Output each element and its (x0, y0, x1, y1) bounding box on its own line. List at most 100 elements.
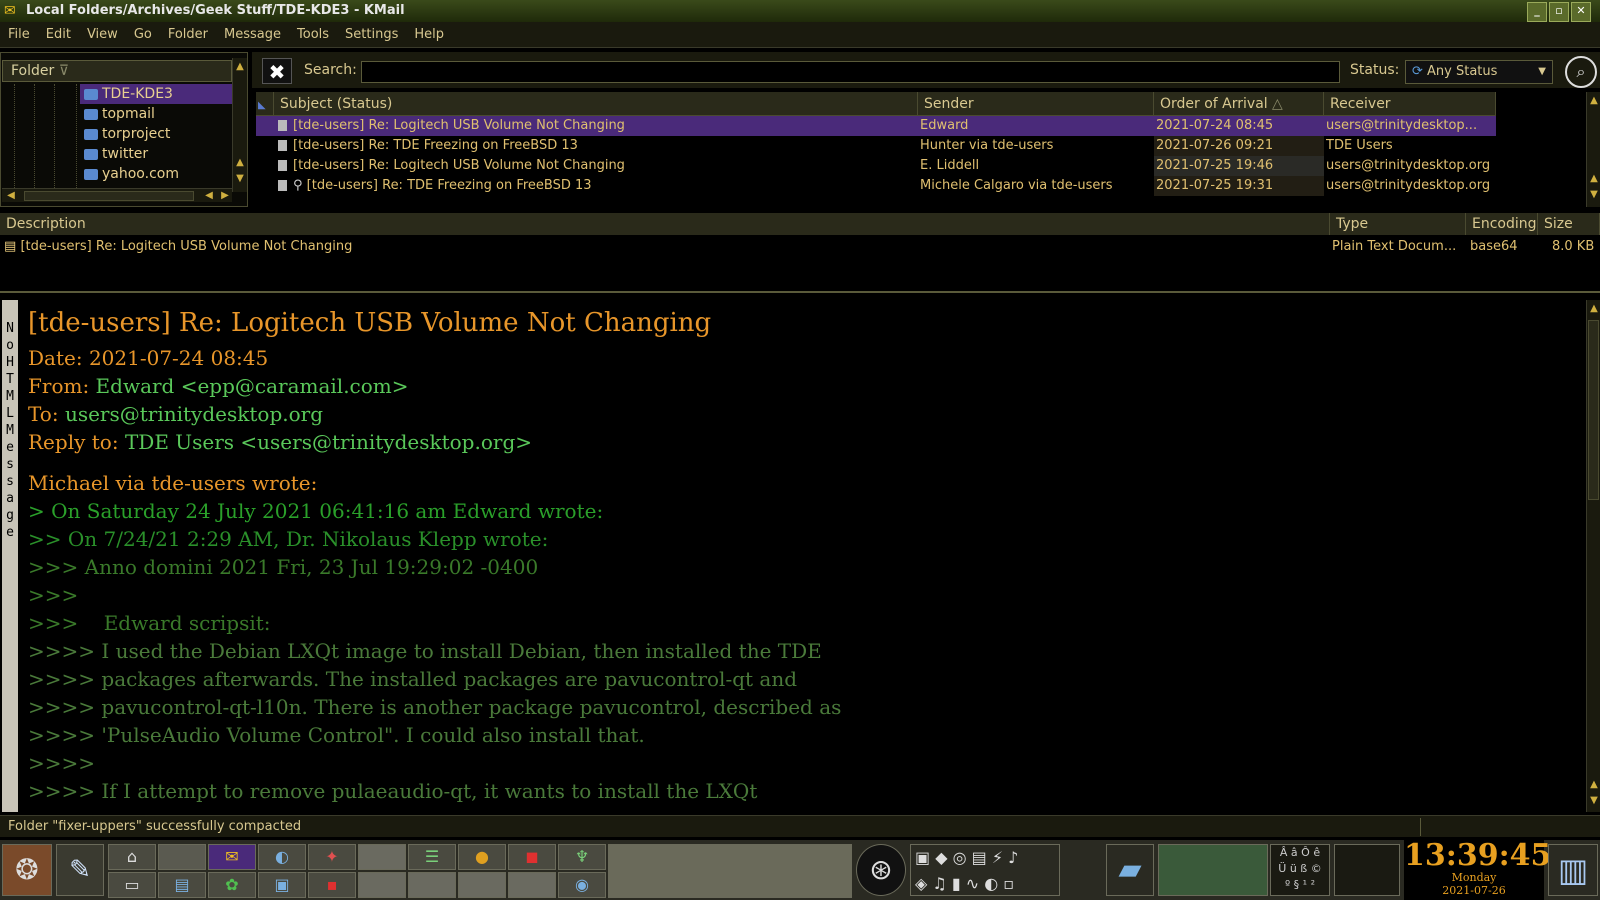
sidebar-label: No HTML Message (6, 321, 14, 540)
folder-hscrollbar[interactable]: ◀ ◀ ▶ (2, 188, 232, 202)
app-task-icon[interactable]: ▪ (308, 872, 356, 898)
column-subject[interactable]: Subject (Status) (274, 92, 918, 116)
scroll-up-arrow-icon[interactable]: ▲ (233, 156, 247, 170)
clear-search-icon[interactable]: ✖ (262, 58, 292, 84)
app-task-icon[interactable]: ▣ (258, 872, 306, 898)
folder-scrollbar[interactable]: ▲ ▲ ▼ (232, 58, 247, 192)
status-message: Folder "fixer-uppers" successfully compa… (8, 819, 302, 834)
scroll-up-arrow-icon[interactable]: ▲ (1587, 778, 1600, 792)
scroll-thumb[interactable] (24, 191, 194, 201)
folder-item-yahoo[interactable]: yahoo.com (84, 164, 179, 184)
message-row[interactable]: [tde-users] Re: TDE Freezing on FreeBSD … (256, 136, 1496, 156)
kmail-task-icon[interactable]: ✉ (208, 844, 256, 870)
reply-to-link[interactable]: TDE Users <users@trinitydesktop.org> (125, 430, 532, 454)
app-task-icon[interactable]: ♆ (558, 844, 606, 870)
menu-folder[interactable]: Folder (160, 22, 216, 48)
keyboard-chars-applet[interactable]: Â â Ô êÜ ü ß © º § ¹ ² (1270, 844, 1330, 896)
filemanager-task-icon[interactable]: ▤ (158, 872, 206, 898)
system-tray[interactable]: ▣ ◆ ◎ ▤ ⚡ ♪ ◈ ♫ ▮ ∿ ◐ ▫ (910, 844, 1060, 896)
clock-time: 13:39:45 (1404, 838, 1552, 873)
menu-tools[interactable]: Tools (289, 22, 337, 48)
search-input[interactable] (361, 61, 1340, 83)
message-row[interactable]: [tde-users] Re: Logitech USB Volume Not … (256, 156, 1496, 176)
window-title: Local Folders/Archives/Geek Stuff/TDE-KD… (26, 3, 405, 18)
browser-task-icon[interactable]: ◐ (258, 844, 306, 870)
tray-icon[interactable]: ▣ ◆ ◎ ▤ ⚡ ♪ (915, 848, 1018, 867)
message-from: From: Edward <epp@caramail.com> (28, 374, 409, 398)
no-html-message-bar[interactable]: No HTML Message (2, 300, 18, 812)
column-size[interactable]: Size (1538, 213, 1600, 235)
column-encoding[interactable]: Encoding (1466, 213, 1538, 235)
message-row[interactable]: [tde-users] Re: Logitech USB Volume Not … (256, 116, 1496, 136)
reader-scrollbar[interactable]: ▲ ▲ ▼ (1586, 300, 1600, 812)
folder-header-label: Folder (11, 63, 55, 79)
scroll-down-arrow-icon[interactable]: ▼ (233, 172, 247, 186)
menu-file[interactable]: File (0, 22, 38, 48)
taskbar-slot[interactable] (358, 844, 406, 870)
app-task-icon[interactable]: ☰ (408, 844, 456, 870)
scroll-up-arrow-icon[interactable]: ▲ (1587, 172, 1600, 186)
folder-header[interactable]: Folder ⊽ (2, 60, 232, 82)
start-menu-icon[interactable]: ❂ (2, 844, 52, 896)
app-task-icon[interactable]: ● (458, 844, 506, 870)
folder-item-twitter[interactable]: twitter (84, 144, 148, 164)
taskbar-slot[interactable] (158, 844, 206, 870)
editor-launcher-icon[interactable]: ✎ (56, 844, 104, 896)
app-task-icon[interactable]: ✦ (308, 844, 356, 870)
minimize-button[interactable]: _ (1527, 2, 1547, 22)
message-list-scrollbar[interactable]: ▲ ▲ ▼ (1586, 92, 1600, 207)
pager-desktops[interactable] (608, 844, 852, 898)
column-sender[interactable]: Sender (918, 92, 1154, 116)
scroll-up-arrow-icon[interactable]: ▲ (233, 60, 247, 74)
column-receiver[interactable]: Receiver (1324, 92, 1496, 116)
scroll-left-arrow-icon[interactable]: ◀ (4, 189, 18, 203)
trash-icon[interactable]: ▥ (1548, 844, 1598, 896)
menu-settings[interactable]: Settings (337, 22, 406, 48)
weather-map-applet[interactable] (1158, 844, 1268, 896)
status-filter-select[interactable]: ⟳ Any Status ▼ (1405, 60, 1553, 84)
filter-icon[interactable]: ⊽ (59, 63, 69, 79)
column-type[interactable]: Type (1330, 213, 1466, 235)
column-order-of-arrival[interactable]: Order of Arrival △ (1154, 92, 1324, 116)
column-description[interactable]: Description (0, 213, 1330, 235)
taskbar-slot[interactable] (458, 872, 506, 898)
home-launcher-icon[interactable]: ⌂ (108, 844, 156, 870)
menu-edit[interactable]: Edit (38, 22, 79, 48)
scroll-up-arrow-icon[interactable]: ▲ (1587, 94, 1600, 108)
status-column-icon[interactable]: ◣ (256, 92, 274, 116)
attachment-row[interactable]: ▤ [tde-users] Re: Logitech USB Volume No… (4, 239, 352, 254)
menu-message[interactable]: Message (216, 22, 289, 48)
system-seal-icon[interactable]: ⊛ (856, 844, 906, 896)
to-link[interactable]: users@trinitydesktop.org (65, 402, 323, 426)
menu-view[interactable]: View (79, 22, 126, 48)
app-task-icon[interactable]: ◉ (558, 872, 606, 898)
folder-item-topmail[interactable]: topmail (84, 104, 155, 124)
maximize-button[interactable]: ▫ (1549, 2, 1569, 22)
clock-applet[interactable]: 13:39:45 Monday 2021-07-26 (1404, 838, 1552, 900)
folder-item-tde-kde3[interactable]: TDE-KDE3 (80, 84, 232, 104)
scroll-down-arrow-icon[interactable]: ▼ (1587, 794, 1600, 808)
folder-launcher-icon[interactable]: ▰ (1106, 844, 1154, 896)
scroll-right-arrow-icon[interactable]: ▶ (218, 189, 232, 203)
scroll-left-arrow-icon[interactable]: ◀ (202, 189, 216, 203)
scroll-thumb[interactable] (1588, 320, 1599, 500)
message-row[interactable]: ⚲ [tde-users] Re: TDE Freezing on FreeBS… (256, 176, 1496, 196)
desktop-task-icon[interactable]: ▭ (108, 872, 156, 898)
scroll-up-arrow-icon[interactable]: ▲ (1587, 302, 1600, 316)
text-document-icon: ▤ (4, 239, 17, 254)
folder-item-torproject[interactable]: torproject (84, 124, 170, 144)
close-button[interactable]: ✕ (1571, 2, 1591, 22)
menu-go[interactable]: Go (126, 22, 160, 48)
taskbar-slot[interactable] (358, 872, 406, 898)
system-monitor-applet[interactable] (1334, 844, 1400, 896)
message-reply-to: Reply to: TDE Users <users@trinitydeskto… (28, 430, 532, 454)
app-task-icon[interactable]: ✿ (208, 872, 256, 898)
app-task-icon[interactable]: ◼ (508, 844, 556, 870)
scroll-down-arrow-icon[interactable]: ▼ (1587, 188, 1600, 202)
tray-icon[interactable]: ◈ ♫ ▮ ∿ ◐ ▫ (915, 874, 1014, 893)
taskbar-slot[interactable] (408, 872, 456, 898)
magnifier-icon[interactable]: ⌕ (1565, 56, 1597, 88)
from-link[interactable]: Edward <epp@caramail.com> (96, 374, 409, 398)
menu-help[interactable]: Help (406, 22, 452, 48)
taskbar-slot[interactable] (508, 872, 556, 898)
